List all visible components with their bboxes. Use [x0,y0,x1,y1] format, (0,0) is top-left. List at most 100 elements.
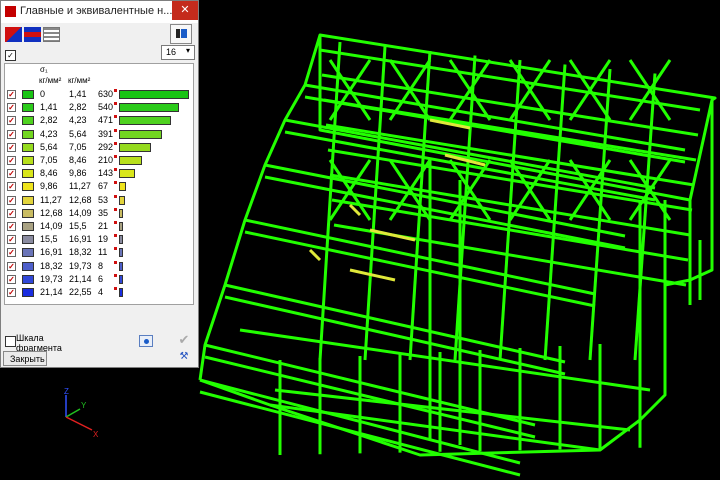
range-from: 1,41 [40,102,58,113]
range-from: 9,86 [40,181,58,192]
row-checkbox[interactable]: ✓ [7,116,16,126]
legend-row[interactable]: ✓ 11,27 12,68 53 [5,194,193,207]
color-swatch[interactable] [22,248,34,258]
marker-dot [114,247,117,251]
range-to: 14,09 [69,207,92,218]
marker-dot [114,155,117,158]
close-window-button[interactable]: ✕ [172,1,198,20]
grid-palette-icon[interactable] [43,27,60,42]
histogram-bar [119,169,135,179]
interval-count-select[interactable]: 16 ▾ [161,45,195,60]
range-from: 15,5 [40,234,58,245]
color-swatch[interactable] [22,235,34,245]
stress-legend-panel: Главные и эквивалентные н... ✕ ✓ 16 ▾ σ₁… [0,0,199,368]
row-checkbox[interactable]: ✓ [7,288,16,297]
element-count: 67 [98,181,109,192]
layout-icon[interactable] [170,24,192,44]
marker-dot [114,141,117,145]
wireframe-structure [198,33,717,477]
y-axis-label: Y [81,401,87,410]
row-checkbox[interactable]: ✓ [7,195,16,205]
row-checkbox[interactable]: ✓ [7,235,16,245]
color-swatch[interactable] [22,182,34,192]
histogram-bar [119,142,152,152]
marker-dot [114,168,117,172]
color-swatch[interactable] [22,90,34,99]
legend-row[interactable]: ✓ 4,23 5,64 391 [5,128,193,141]
range-from: 7,05 [40,155,58,165]
legend-row[interactable]: ✓ 2,82 4,23 471 [5,114,193,127]
close-button[interactable]: Закрыть [3,351,47,366]
range-from: 2,82 [40,115,58,126]
row-checkbox[interactable]: ✓ [7,129,16,139]
color-swatch[interactable] [22,169,34,179]
element-count: 19 [98,234,109,245]
color-swatch[interactable] [22,222,34,231]
fragment-icon[interactable] [139,335,153,347]
row-checkbox[interactable]: ✓ [7,222,16,231]
marker-dot [114,273,117,277]
legend-row[interactable]: ✓ 7,05 8,46 210 [5,154,193,167]
color-swatch[interactable] [22,208,34,218]
histogram-bar [119,129,163,139]
apply-check-icon[interactable]: ✔ [176,333,192,347]
legend-row[interactable]: ✓ 15,5 16,91 19 [5,233,193,246]
color-swatch[interactable] [22,103,34,113]
color-swatch[interactable] [22,288,34,297]
app-icon [5,6,16,17]
row-checkbox[interactable]: ✓ [7,182,16,192]
tools-icon[interactable]: ⚒ [176,351,192,366]
element-count: 630 [98,89,114,99]
row-checkbox[interactable]: ✓ [7,261,16,271]
chevron-down-icon: ▾ [186,46,191,55]
element-count: 53 [98,194,109,205]
color-swatch[interactable] [22,195,34,205]
row-checkbox[interactable]: ✓ [7,169,16,179]
element-count: 391 [98,128,114,139]
histogram-bar [119,248,123,258]
color-swatch[interactable] [22,274,34,284]
range-to: 8,46 [69,155,87,165]
histogram-bar [119,90,189,99]
legend-row[interactable]: ✓ 8,46 9,86 143 [5,167,193,180]
legend-row[interactable]: ✓ 18,32 19,73 8 [5,260,193,273]
color-swatch[interactable] [22,142,34,152]
marker-dot [114,194,117,198]
color-swatch[interactable] [22,129,34,139]
legend-row[interactable]: ✓ 14,09 15,5 21 [5,220,193,233]
color-swatch[interactable] [22,261,34,271]
histogram-bar [119,116,172,126]
marker-dot [114,89,117,92]
row-checkbox[interactable]: ✓ [7,248,16,258]
legend-row[interactable]: ✓ 19,73 21,14 6 [5,273,193,286]
range-from: 16,91 [40,247,63,258]
red-blue-palette-icon[interactable] [5,27,22,42]
legend-row[interactable]: ✓ 9,86 11,27 67 [5,180,193,193]
row-checkbox[interactable]: ✓ [7,156,16,165]
range-to: 19,73 [69,260,92,271]
legend-row[interactable]: ✓ 0 1,41 630 [5,88,193,101]
histogram-bar [119,261,123,271]
scale-fragment-checkbox[interactable] [5,336,16,347]
histogram-bar [119,208,123,218]
color-swatch[interactable] [22,116,34,126]
color-swatch[interactable] [22,156,34,165]
histogram-bar [119,156,143,165]
row-checkbox[interactable]: ✓ [7,103,16,113]
legend-row[interactable]: ✓ 12,68 14,09 35 [5,207,193,220]
range-to: 22,55 [69,287,92,297]
element-count: 143 [98,168,114,179]
legend-row[interactable]: ✓ 1,41 2,82 540 [5,101,193,114]
row-checkbox[interactable]: ✓ [7,142,16,152]
legend-row[interactable]: ✓ 21,14 22,55 4 [5,286,193,299]
range-from: 5,64 [40,141,58,152]
stripes-palette-icon[interactable] [24,27,41,42]
title-bar[interactable]: Главные и эквивалентные н... ✕ [1,1,198,23]
legend-row[interactable]: ✓ 5,64 7,05 292 [5,141,193,154]
row-checkbox[interactable]: ✓ [7,90,16,99]
legend-row[interactable]: ✓ 16,91 18,32 11 [5,246,193,259]
select-all-checkbox[interactable]: ✓ [5,50,16,61]
row-checkbox[interactable]: ✓ [7,274,16,284]
range-from: 12,68 [40,207,63,218]
row-checkbox[interactable]: ✓ [7,208,16,218]
